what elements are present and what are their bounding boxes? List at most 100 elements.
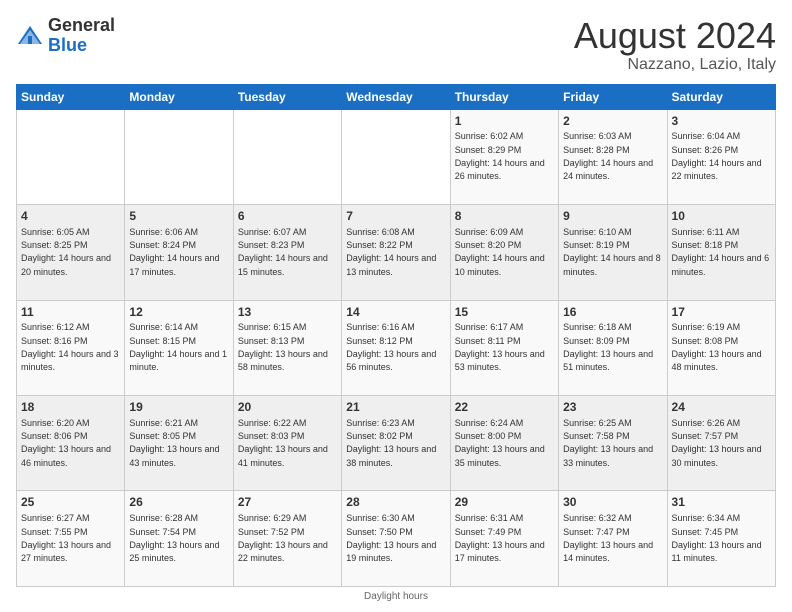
logo-blue-text: Blue [48,35,87,55]
calendar-cell [233,109,341,204]
day-detail: Sunrise: 6:22 AMSunset: 8:03 PMDaylight:… [238,418,328,468]
logo: General Blue [16,16,115,56]
day-detail: Sunrise: 6:21 AMSunset: 8:05 PMDaylight:… [129,418,219,468]
day-detail: Sunrise: 6:05 AMSunset: 8:25 PMDaylight:… [21,227,111,277]
day-number: 6 [238,208,337,225]
title-section: August 2024 Nazzano, Lazio, Italy [574,16,776,74]
calendar-cell: 20 Sunrise: 6:22 AMSunset: 8:03 PMDayligh… [233,396,341,491]
day-detail: Sunrise: 6:07 AMSunset: 8:23 PMDaylight:… [238,227,328,277]
calendar-subtitle: Nazzano, Lazio, Italy [574,56,776,74]
calendar-cell: 24Sunrise: 6:26 AMSunset: 7:57 PMDayligh… [667,396,775,491]
day-detail: Sunrise: 6:15 AMSunset: 8:13 PMDaylight:… [238,322,328,372]
footer: Daylight hours [16,591,776,602]
day-detail: Sunrise: 6:20 AMSunset: 8:06 PMDaylight:… [21,418,111,468]
calendar-week-row: 1Sunrise: 6:02 AMSunset: 8:29 PMDaylight… [17,109,776,204]
calendar-week-row: 25Sunrise: 6:27 AMSunset: 7:55 PMDayligh… [17,491,776,587]
calendar-cell: 9 Sunrise: 6:10 AMSunset: 8:19 PMDaylight… [559,205,667,300]
day-detail: Sunrise: 6:24 AMSunset: 8:00 PMDaylight:… [455,418,545,468]
calendar-cell: 10Sunrise: 6:11 AMSunset: 8:18 PMDayligh… [667,205,775,300]
day-detail: Sunrise: 6:10 AMSunset: 8:19 PMDaylight:… [563,227,661,277]
calendar-cell: 5 Sunrise: 6:06 AMSunset: 8:24 PMDaylight… [125,205,233,300]
day-detail: Sunrise: 6:08 AMSunset: 8:22 PMDaylight:… [346,227,436,277]
day-detail: Sunrise: 6:19 AMSunset: 8:08 PMDaylight:… [672,322,762,372]
calendar-cell: 19 Sunrise: 6:21 AMSunset: 8:05 PMDayligh… [125,396,233,491]
day-number: 9 [563,208,662,225]
day-number: 25 [21,494,120,511]
day-detail: Sunrise: 6:06 AMSunset: 8:24 PMDaylight:… [129,227,219,277]
calendar-cell: 8Sunrise: 6:09 AMSunset: 8:20 PMDaylight… [450,205,558,300]
calendar-cell: 22 Sunrise: 6:24 AMSunset: 8:00 PMDayligh… [450,396,558,491]
calendar-cell: 26Sunrise: 6:28 AMSunset: 7:54 PMDayligh… [125,491,233,587]
day-number: 19 [129,399,228,416]
day-number: 13 [238,304,337,321]
day-detail: Sunrise: 6:11 AMSunset: 8:18 PMDaylight:… [672,227,770,277]
calendar-cell: 1Sunrise: 6:02 AMSunset: 8:29 PMDaylight… [450,109,558,204]
day-detail: Sunrise: 6:23 AMSunset: 8:02 PMDaylight:… [346,418,436,468]
calendar-cell: 3Sunrise: 6:04 AMSunset: 8:26 PMDaylight… [667,109,775,204]
day-number: 3 [672,113,771,130]
day-number: 21 [346,399,445,416]
calendar-week-row: 4 Sunrise: 6:05 AMSunset: 8:25 PMDaylight… [17,205,776,300]
day-number: 1 [455,113,554,130]
calendar-cell: 6 Sunrise: 6:07 AMSunset: 8:23 PMDaylight… [233,205,341,300]
day-detail: Sunrise: 6:03 AMSunset: 8:28 PMDaylight:… [563,131,653,181]
day-header-saturday: Saturday [667,84,775,109]
day-detail: Sunrise: 6:30 AMSunset: 7:50 PMDaylight:… [346,513,436,563]
calendar-cell: 2Sunrise: 6:03 AMSunset: 8:28 PMDaylight… [559,109,667,204]
day-detail: Sunrise: 6:09 AMSunset: 8:20 PMDaylight:… [455,227,545,277]
day-number: 30 [563,494,662,511]
calendar-table: SundayMondayTuesdayWednesdayThursdayFrid… [16,84,776,587]
calendar-cell: 16Sunrise: 6:18 AMSunset: 8:09 PMDayligh… [559,300,667,395]
day-number: 5 [129,208,228,225]
day-detail: Sunrise: 6:34 AMSunset: 7:45 PMDaylight:… [672,513,762,563]
day-number: 17 [672,304,771,321]
calendar-cell: 30 Sunrise: 6:32 AMSunset: 7:47 PMDayligh… [559,491,667,587]
calendar-page: General Blue August 2024 Nazzano, Lazio,… [0,0,792,612]
logo-text: General Blue [48,16,115,56]
calendar-cell: 28 Sunrise: 6:30 AMSunset: 7:50 PMDayligh… [342,491,450,587]
calendar-cell [17,109,125,204]
calendar-cell: 17Sunrise: 6:19 AMSunset: 8:08 PMDayligh… [667,300,775,395]
day-header-wednesday: Wednesday [342,84,450,109]
calendar-cell: 13Sunrise: 6:15 AMSunset: 8:13 PMDayligh… [233,300,341,395]
calendar-cell: 29 Sunrise: 6:31 AMSunset: 7:49 PMDayligh… [450,491,558,587]
day-number: 4 [21,208,120,225]
header: General Blue August 2024 Nazzano, Lazio,… [16,16,776,74]
day-number: 24 [672,399,771,416]
day-detail: Sunrise: 6:04 AMSunset: 8:26 PMDaylight:… [672,131,762,181]
day-header-monday: Monday [125,84,233,109]
day-number: 16 [563,304,662,321]
calendar-week-row: 11Sunrise: 6:12 AMSunset: 8:16 PMDayligh… [17,300,776,395]
logo-general-text: General [48,15,115,35]
days-header-row: SundayMondayTuesdayWednesdayThursdayFrid… [17,84,776,109]
calendar-title: August 2024 [574,16,776,56]
day-number: 2 [563,113,662,130]
day-number: 15 [455,304,554,321]
day-number: 27 [238,494,337,511]
calendar-cell [342,109,450,204]
day-number: 20 [238,399,337,416]
logo-icon [16,22,44,50]
day-detail: Sunrise: 6:14 AMSunset: 8:15 PMDaylight:… [129,322,227,372]
day-number: 22 [455,399,554,416]
calendar-cell: 23Sunrise: 6:25 AMSunset: 7:58 PMDayligh… [559,396,667,491]
day-detail: Sunrise: 6:02 AMSunset: 8:29 PMDaylight:… [455,131,545,181]
calendar-cell: 18 Sunrise: 6:20 AMSunset: 8:06 PMDayligh… [17,396,125,491]
day-header-thursday: Thursday [450,84,558,109]
calendar-cell: 4 Sunrise: 6:05 AMSunset: 8:25 PMDaylight… [17,205,125,300]
day-number: 7 [346,208,445,225]
day-header-sunday: Sunday [17,84,125,109]
day-number: 14 [346,304,445,321]
day-detail: Sunrise: 6:32 AMSunset: 7:47 PMDaylight:… [563,513,653,563]
day-detail: Sunrise: 6:31 AMSunset: 7:49 PMDaylight:… [455,513,545,563]
day-header-tuesday: Tuesday [233,84,341,109]
day-number: 18 [21,399,120,416]
calendar-cell: 7 Sunrise: 6:08 AMSunset: 8:22 PMDaylight… [342,205,450,300]
day-detail: Sunrise: 6:12 AMSunset: 8:16 PMDaylight:… [21,322,119,372]
daylight-label: Daylight hours [364,591,428,602]
calendar-cell: 15Sunrise: 6:17 AMSunset: 8:11 PMDayligh… [450,300,558,395]
day-number: 29 [455,494,554,511]
day-detail: Sunrise: 6:17 AMSunset: 8:11 PMDaylight:… [455,322,545,372]
day-number: 28 [346,494,445,511]
day-number: 26 [129,494,228,511]
